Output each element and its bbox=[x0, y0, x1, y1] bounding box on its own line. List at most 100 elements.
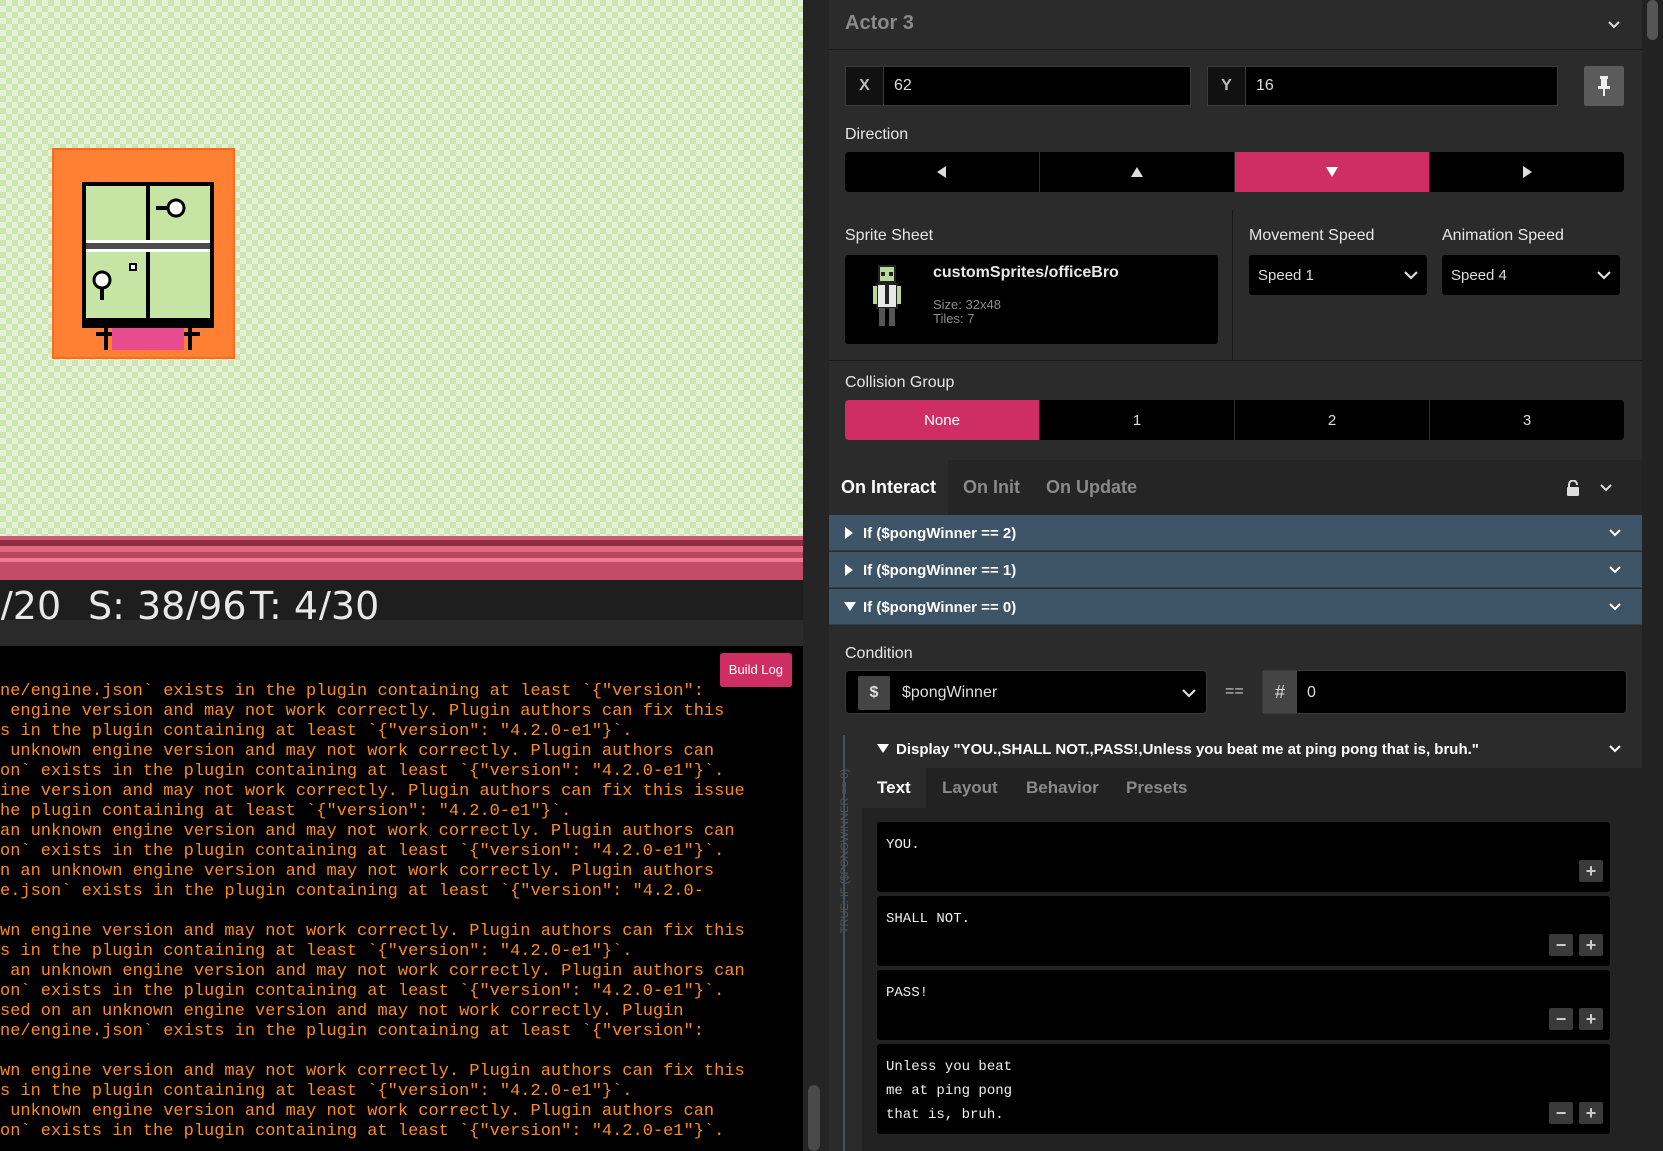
dialogue-text[interactable]: YOU. bbox=[886, 833, 920, 857]
dialogue-text[interactable]: Unless you beat me at ping pong that is,… bbox=[886, 1055, 1012, 1127]
comparison-operator[interactable]: == bbox=[1225, 683, 1244, 701]
tab-on-update[interactable]: On Update bbox=[1034, 460, 1149, 515]
display-event-title: Display "YOU.,SHALL NOT.,PASS!,Unless yo… bbox=[896, 741, 1479, 758]
add-text-button[interactable]: + bbox=[1579, 934, 1603, 956]
collision-3-button[interactable]: 3 bbox=[1430, 400, 1624, 440]
variable-name: $pongWinner bbox=[902, 684, 998, 701]
log-line: wn engine version and may not work corre… bbox=[0, 1062, 745, 1081]
direction-left-button[interactable] bbox=[845, 152, 1040, 192]
direction-selector bbox=[845, 152, 1624, 192]
panel-divider[interactable] bbox=[0, 620, 803, 646]
tab-on-init[interactable]: On Init bbox=[951, 460, 1032, 515]
if-event-row[interactable]: If ($pongWinner == 2) bbox=[829, 515, 1642, 551]
movement-speed-value: Speed 1 bbox=[1258, 267, 1314, 284]
editor-scrollbar[interactable] bbox=[1642, 0, 1663, 1151]
dialogue-text-box[interactable]: Unless you beat me at ping pong that is,… bbox=[877, 1044, 1610, 1134]
remove-text-button[interactable]: − bbox=[1549, 934, 1573, 956]
editor-scroll-thumb[interactable] bbox=[1647, 0, 1658, 40]
condition-label: Condition bbox=[845, 645, 913, 662]
y-value[interactable]: 16 bbox=[1256, 67, 1274, 105]
log-line: wn engine version and may not work corre… bbox=[0, 922, 745, 941]
lock-icon[interactable] bbox=[1566, 480, 1580, 496]
value-text[interactable]: 0 bbox=[1307, 684, 1316, 702]
log-line: on` exists in the plugin containing at l… bbox=[0, 842, 725, 861]
direction-right-button[interactable] bbox=[1430, 152, 1624, 192]
tab-text[interactable]: Text bbox=[862, 768, 926, 808]
if-event-row-expanded[interactable]: If ($pongWinner == 0) bbox=[829, 589, 1642, 625]
log-line: e.json` exists in the plugin containing … bbox=[0, 882, 704, 901]
tab-presets[interactable]: Presets bbox=[1111, 768, 1202, 808]
ping-pong-table-sprite bbox=[82, 182, 214, 350]
chevron-down-icon[interactable] bbox=[1607, 18, 1621, 32]
log-line: an unknown engine version and may not wo… bbox=[0, 822, 735, 841]
tab-behavior[interactable]: Behavior bbox=[1011, 768, 1114, 808]
chevron-down-icon[interactable] bbox=[1608, 526, 1622, 540]
log-line: s in the plugin containing at least `{"v… bbox=[0, 722, 633, 741]
collision-1-button[interactable]: 1 bbox=[1040, 400, 1235, 440]
selected-actor[interactable] bbox=[52, 148, 235, 359]
caret-right-icon bbox=[845, 527, 853, 539]
log-scrollbar[interactable] bbox=[808, 1085, 820, 1151]
true-branch-label: TRUE: IF ($PONGWINNER == 0) bbox=[839, 768, 851, 934]
sprite-sheet-label: Sprite Sheet bbox=[845, 227, 934, 244]
chevron-down-icon[interactable] bbox=[1608, 600, 1622, 614]
remove-text-button[interactable]: − bbox=[1549, 1008, 1573, 1030]
log-line: an unknown engine version and may not wo… bbox=[0, 962, 745, 981]
number-type-badge[interactable]: # bbox=[1263, 671, 1297, 713]
condition-row: $ $pongWinner == # 0 bbox=[845, 670, 1627, 714]
pane-splitter[interactable] bbox=[803, 0, 829, 1151]
add-text-button[interactable]: + bbox=[1579, 1102, 1603, 1124]
sprite-size: Size: 32x48 bbox=[933, 297, 1001, 312]
dialogue-text-box[interactable]: PASS! − + bbox=[877, 970, 1610, 1040]
collision-2-button[interactable]: 2 bbox=[1235, 400, 1430, 440]
if-event-title: If ($pongWinner == 2) bbox=[863, 525, 1017, 542]
dialogue-text-box[interactable]: YOU. + bbox=[877, 822, 1610, 892]
display-dialogue-event: Display "YOU.,SHALL NOT.,PASS!,Unless yo… bbox=[862, 730, 1642, 1151]
value-input[interactable]: # 0 bbox=[1262, 670, 1627, 714]
if-event-title: If ($pongWinner == 1) bbox=[863, 562, 1017, 579]
build-log-output: ne/engine.json` exists in the plugin con… bbox=[0, 682, 790, 1142]
arrow-left-icon bbox=[937, 166, 946, 178]
log-line: ine version and may not work correctly. … bbox=[0, 782, 745, 801]
add-text-button[interactable]: + bbox=[1579, 860, 1603, 882]
variable-select[interactable]: $ $pongWinner bbox=[845, 670, 1207, 714]
build-log-button[interactable]: Build Log bbox=[719, 653, 792, 687]
dialogue-text[interactable]: SHALL NOT. bbox=[886, 907, 970, 931]
y-field[interactable]: Y 16 bbox=[1207, 66, 1558, 106]
log-line: ne/engine.json` exists in the plugin con… bbox=[0, 682, 704, 701]
pin-button[interactable] bbox=[1584, 66, 1624, 106]
remove-text-button[interactable]: − bbox=[1549, 1102, 1573, 1124]
x-label: X bbox=[846, 67, 884, 105]
tab-on-interact[interactable]: On Interact bbox=[829, 460, 949, 515]
add-text-button[interactable]: + bbox=[1579, 1008, 1603, 1030]
actor-title: Actor 3 bbox=[845, 12, 914, 34]
movement-speed-select[interactable]: Speed 1 bbox=[1249, 255, 1427, 295]
actor-count: /20 bbox=[0, 584, 62, 620]
section-divider bbox=[1232, 210, 1233, 360]
sprite-thumbnail bbox=[873, 265, 901, 326]
tab-layout[interactable]: Layout bbox=[927, 768, 1013, 808]
chevron-down-icon bbox=[1597, 268, 1611, 282]
animation-speed-select[interactable]: Speed 4 bbox=[1442, 255, 1620, 295]
direction-label: Direction bbox=[845, 126, 909, 143]
if-event-row[interactable]: If ($pongWinner == 1) bbox=[829, 552, 1642, 588]
direction-down-button[interactable] bbox=[1235, 152, 1430, 192]
log-line: on` exists in the plugin containing at l… bbox=[0, 982, 725, 1001]
direction-up-button[interactable] bbox=[1040, 152, 1235, 192]
collision-group-label: Collision Group bbox=[845, 374, 955, 391]
sprite-tiles: Tiles: 7 bbox=[933, 311, 975, 326]
movement-speed-label: Movement Speed bbox=[1249, 227, 1375, 244]
x-value[interactable]: 62 bbox=[894, 67, 912, 105]
collision-none-button[interactable]: None bbox=[845, 400, 1040, 440]
chevron-down-icon[interactable] bbox=[1608, 563, 1622, 577]
chevron-down-icon[interactable] bbox=[1599, 481, 1613, 495]
pin-icon bbox=[1598, 76, 1610, 96]
dialogue-text[interactable]: PASS! bbox=[886, 981, 928, 1005]
sprite-sheet-selector[interactable]: customSprites/officeBro Size: 32x48 Tile… bbox=[845, 255, 1218, 344]
chevron-down-icon[interactable] bbox=[1608, 742, 1622, 756]
display-event-header[interactable]: Display "YOU.,SHALL NOT.,PASS!,Unless yo… bbox=[862, 730, 1642, 768]
x-field[interactable]: X 62 bbox=[845, 66, 1191, 106]
caret-down-icon bbox=[844, 602, 856, 611]
dialogue-text-box[interactable]: SHALL NOT. − + bbox=[877, 896, 1610, 966]
scene-canvas[interactable] bbox=[0, 0, 803, 540]
